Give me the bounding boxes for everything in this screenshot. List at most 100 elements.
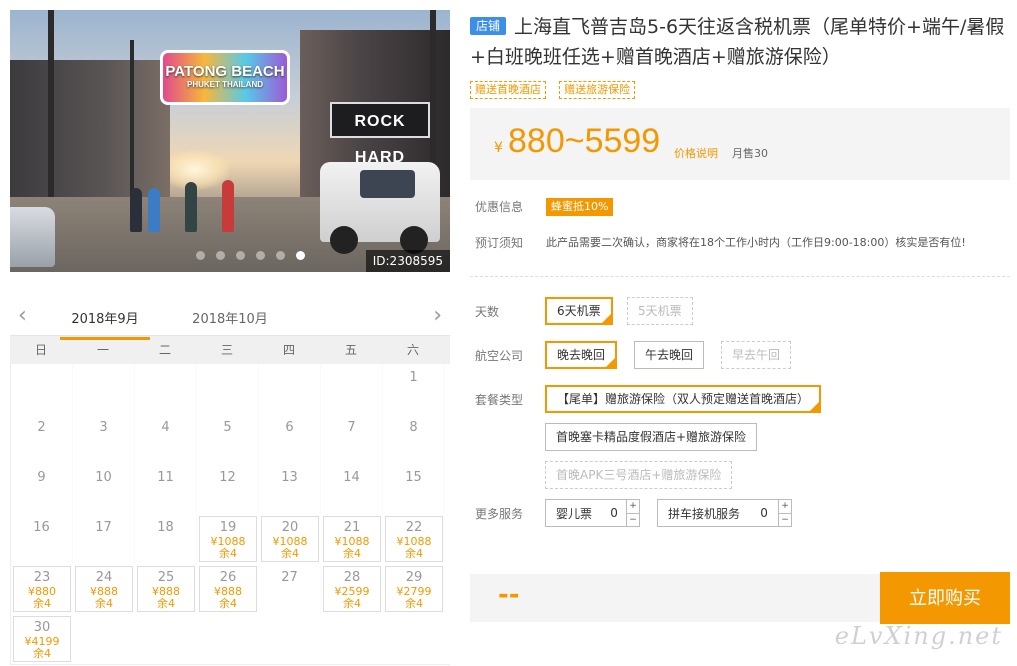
tag-hotel: 赠送首晚酒店: [470, 81, 546, 99]
calendar-day: 3: [73, 414, 135, 464]
month-tab-september[interactable]: 2018年9月: [60, 308, 150, 340]
days-row: 天数 6天机票 5天机票: [470, 297, 1010, 341]
day-stock: 余4: [157, 597, 175, 610]
infant-ticket-stepper[interactable]: 婴儿票 0 + −: [545, 499, 641, 527]
weekday-label: 六: [406, 343, 419, 357]
buy-now-button[interactable]: 立即购买: [880, 572, 1010, 624]
day-number: 20: [281, 520, 299, 535]
notice-row: 预订须知 此产品需要二次确认，商家将在18个工作小时内（工作日9:00-18:0…: [470, 234, 1010, 270]
carousel-dot[interactable]: [276, 251, 285, 260]
calendar-day: 13: [259, 464, 321, 514]
calendar-day: 14: [321, 464, 383, 514]
day-number: 27: [281, 570, 298, 585]
promo-badge: 蜂蜜抵10%: [546, 198, 614, 216]
product-photo[interactable]: PATONG BEACH PHUKET THAILAND ROCK HARD I…: [10, 10, 450, 272]
day-number: 22: [405, 520, 423, 535]
chevron-left-icon[interactable]: ‹: [18, 305, 27, 327]
minus-icon[interactable]: −: [627, 513, 640, 527]
stepper-value[interactable]: 0: [602, 506, 626, 520]
day-stock: 余4: [33, 597, 51, 610]
airline-label: 航空公司: [475, 349, 524, 363]
day-stock: 余4: [405, 547, 423, 560]
plus-icon[interactable]: +: [779, 500, 791, 513]
price-box: ¥ 880~5599 价格说明 月售30: [470, 108, 1010, 180]
carousel-dots[interactable]: [196, 251, 305, 260]
photo-arch-sign: PATONG BEACH PHUKET THAILAND: [160, 50, 290, 105]
calendar-day-available[interactable]: 30 ¥4199 余4: [13, 616, 71, 662]
calendar-day-available[interactable]: 21 ¥1088 余4: [323, 516, 381, 562]
calendar-blank: [135, 364, 197, 414]
day-number: 18: [157, 520, 174, 535]
calendar-day-available[interactable]: 23 ¥880 余4: [13, 566, 71, 612]
carousel-dot[interactable]: [216, 251, 225, 260]
calendar-header: ‹ 2018年9月 2018年10月 ›: [10, 300, 450, 340]
option-noon-late[interactable]: 午去晚回: [634, 341, 705, 369]
divider: [470, 276, 1010, 277]
day-number: 24: [95, 570, 113, 585]
weekday-label: 二: [158, 343, 171, 357]
calendar-blank: [197, 364, 259, 414]
calendar-day-available[interactable]: 19 ¥1088 余4: [199, 516, 257, 562]
calendar-day-available[interactable]: 26 ¥888 余4: [199, 566, 257, 612]
day-number: 16: [33, 520, 50, 535]
calendar-day: 5: [197, 414, 259, 464]
plus-icon[interactable]: +: [627, 500, 639, 513]
option-late-late[interactable]: 晚去晚回: [545, 341, 618, 369]
calendar-day-available[interactable]: 28 ¥2599 余4: [323, 566, 381, 612]
calendar-day: 4: [135, 414, 197, 464]
calendar-blank: [321, 364, 383, 414]
calendar-day: 15: [383, 464, 445, 514]
month-tab-october[interactable]: 2018年10月: [180, 308, 280, 337]
services-label: 更多服务: [475, 507, 524, 521]
arch-sign-title: PATONG BEACH: [165, 63, 285, 80]
option-5-day-ticket[interactable]: 5天机票: [627, 297, 693, 325]
carousel-dot[interactable]: [196, 251, 205, 260]
day-number: 8: [409, 420, 418, 435]
day-number: 26: [219, 570, 237, 585]
day-stock: 余4: [95, 597, 113, 610]
carousel-dot[interactable]: [236, 251, 245, 260]
day-stock: 余4: [343, 597, 361, 610]
calendar-day: 11: [135, 464, 197, 514]
day-number: 11: [157, 470, 174, 485]
day-number: 29: [405, 570, 423, 585]
option-package-seka[interactable]: 首晚塞卡精品度假酒店+赠旅游保险: [545, 423, 758, 451]
calendar-day-available[interactable]: 25 ¥888 余4: [137, 566, 195, 612]
chevron-right-icon[interactable]: ›: [433, 305, 442, 327]
calendar-blank: [11, 364, 73, 414]
airport-pickup-stepper[interactable]: 拼车接机服务 0 + −: [657, 499, 793, 527]
minus-icon[interactable]: −: [779, 513, 792, 527]
option-package-tail[interactable]: 【尾单】赠旅游保险（双人预定赠送首晚酒店）: [545, 385, 822, 413]
calendar-day-available[interactable]: 29 ¥2799 余4: [385, 566, 443, 612]
option-early-noon[interactable]: 早去午回: [721, 341, 792, 369]
day-number: 19: [219, 520, 237, 535]
day-number: 23: [33, 570, 51, 585]
carousel-dot[interactable]: [256, 251, 265, 260]
option-6-day-ticket[interactable]: 6天机票: [545, 297, 613, 325]
photo-pole: [130, 40, 134, 200]
photo-pole: [48, 10, 54, 210]
weekday-label: 一: [96, 343, 109, 357]
calendar-day-available[interactable]: 24 ¥888 余4: [75, 566, 133, 612]
day-number: 13: [281, 470, 298, 485]
day-number: 3: [99, 420, 108, 435]
calendar-day: 12: [197, 464, 259, 514]
product-tags: 赠送首晚酒店 赠送旅游保险: [470, 78, 1010, 99]
shop-badge[interactable]: 店铺: [470, 17, 507, 35]
photo-building-left: [10, 60, 170, 220]
currency-symbol: ¥: [494, 140, 503, 156]
calendar-day-available[interactable]: 20 ¥1088 余4: [261, 516, 319, 562]
promo-label: 优惠信息: [475, 200, 524, 214]
promo-row: 优惠信息 蜂蜜抵10%: [470, 198, 1010, 234]
photo-id-label: ID:2308595: [365, 250, 450, 272]
day-number: 10: [95, 470, 112, 485]
buy-bar: -- 立即购买: [470, 572, 1010, 624]
stepper-value[interactable]: 0: [750, 506, 778, 520]
weekday-label: 日: [34, 343, 47, 357]
calendar-day-available[interactable]: 22 ¥1088 余4: [385, 516, 443, 562]
carousel-dot[interactable]: [296, 251, 305, 260]
option-package-apk[interactable]: 首晚APK三号酒店+赠旅游保险: [545, 461, 733, 489]
product-info: 店铺 上海直飞普吉岛5-6天往返含税机票（尾单特价+端午/暑假+白班晚班任选+赠首…: [470, 12, 1010, 539]
calendar-day: 8: [383, 414, 445, 464]
price-explain-link[interactable]: 价格说明: [674, 145, 718, 161]
